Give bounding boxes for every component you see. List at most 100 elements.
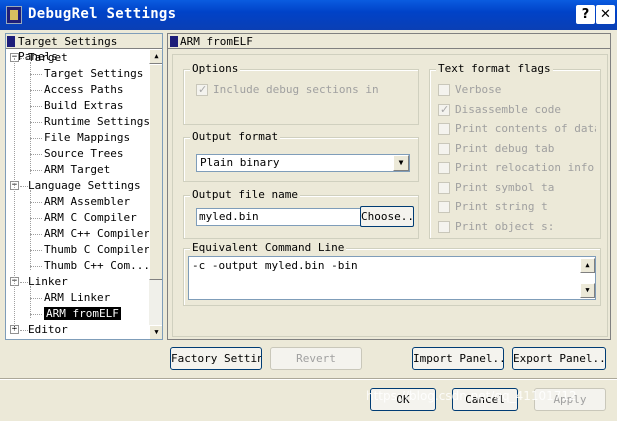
tree-connector [14,58,15,330]
checkbox-icon [438,162,450,174]
cmd-scroll-up-arrow-icon[interactable]: ▲ [580,258,595,273]
tree-item-label: Thumb C Compiler [44,243,150,256]
tree-item-label: Linker [28,275,68,288]
options-label: Options [190,62,241,76]
text-flag-checkbox[interactable]: Print contents of data s [438,122,596,136]
checkbox-icon [438,142,450,155]
tree-item[interactable]: Access Paths [44,82,123,98]
tree-item[interactable]: ARM fromELF [44,306,121,322]
tree-connector [30,234,42,235]
tree-connector [30,286,31,318]
tree-item[interactable]: Thumb C++ Com... [44,258,150,274]
tree-connector [30,122,42,123]
tree-connector [30,250,42,251]
checkbox-label: Print relocation infor [455,161,596,174]
checkbox-icon [438,220,450,233]
tree-item-label: Editor [28,323,68,336]
tree-group[interactable]: Language Settings [28,178,141,194]
tree-scrollbar[interactable]: ▲ ▼ [149,49,162,339]
tree-connector [30,314,42,315]
text-flag-checkbox[interactable]: Disassemble code [438,103,596,117]
tree-item-label: Language Settings [28,179,141,192]
text-flag-checkbox[interactable]: Print symbol ta [438,181,596,195]
tree-connector [20,186,28,187]
scroll-down-arrow-icon[interactable]: ▼ [149,325,162,339]
close-button[interactable]: ✕ [596,5,615,24]
tree-connector [30,74,42,75]
panel-header: ARM fromELF [168,34,610,49]
tree-group[interactable]: Target [28,50,68,66]
tree-item[interactable]: Thumb C Compiler [44,242,150,258]
tree-group[interactable]: Editor [28,322,68,338]
checkbox-label: Print object s: [455,219,555,233]
tree-connector [30,62,31,174]
tree-item[interactable]: ARM Target [44,162,110,178]
tree-item[interactable]: Source Trees [44,146,123,162]
checkbox-label: Print debug tab [455,141,555,155]
tree-item[interactable]: Target Settings [44,66,143,82]
tree-item[interactable]: File Mappings [44,130,130,146]
tree-item[interactable]: ARM C++ Compiler [44,226,150,242]
tree-item-label: Thumb C++ Com... [44,259,150,272]
scroll-up-arrow-icon[interactable]: ▲ [149,49,162,64]
tree-item-label: Target Settings [44,67,144,80]
output-file-input[interactable]: myled.bin [196,208,362,226]
import-panel-button[interactable]: Import Panel... [412,347,504,370]
tree-item[interactable]: Runtime Settings [44,114,150,130]
command-line-textarea[interactable]: -c -output myled.bin -bin [188,256,596,300]
scroll-thumb[interactable] [149,64,162,280]
choose-file-button[interactable]: Choose... [360,206,414,227]
tree-item-label: Runtime Settings [44,115,150,128]
tree-item[interactable]: ARM C Compiler [44,210,137,226]
chevron-down-icon[interactable]: ▼ [393,155,409,171]
tree-connector [20,58,28,59]
text-flag-checkbox[interactable]: Verbose [438,83,596,97]
panel-title: ARM fromELF [180,35,253,48]
text-flag-checkbox[interactable]: Print debug tab [438,142,596,156]
tree-item-label: Build Extras [44,99,124,112]
output-format-group: Output format Plain binary ▼ [183,130,419,182]
text-format-flags-label: Text format flags [436,62,553,76]
checkbox-icon [438,103,450,117]
include-debug-checkbox[interactable]: Include debug sections in o [196,83,384,97]
tree-item[interactable]: ARM Linker [44,290,110,306]
checkbox-label: Disassemble code [455,102,561,116]
tree-connector [30,106,42,107]
tree-header: Target Settings Panels [6,34,162,63]
options-group: Options Include debug sections in o [183,62,419,125]
help-button[interactable]: ? [576,5,595,24]
checkbox-label: Print string t [455,200,548,213]
tree-item-label: ARM C++ Compiler [44,227,150,240]
checkbox-icon [438,123,450,135]
tree-item-label: File Mappings [44,131,131,144]
cmd-scroll-down-arrow-icon[interactable]: ▼ [580,283,595,298]
tree-item[interactable]: ARM Assembler [44,194,130,210]
settings-panels-tree: Target Settings Panels − Target Target Set… [5,33,163,340]
export-panel-button[interactable]: Export Panel... [512,347,606,370]
tree-item-label: ARM Target [44,163,111,176]
text-flag-checkbox[interactable]: Print relocation infor [438,161,596,175]
output-format-label: Output format [190,130,281,144]
tree-connector [30,298,42,299]
title-bar: DebugRel Settings ? ✕ [0,0,617,30]
command-line-label: Equivalent Command Line [190,241,347,255]
text-flag-checkbox[interactable]: Print object s: [438,220,596,234]
output-file-label: Output file name [190,188,300,202]
tree-connector [30,218,42,219]
tree-connector [20,282,28,283]
tree-group[interactable]: Linker [28,274,68,290]
tree-item-label: ARM fromELF [44,307,121,320]
separator [0,378,617,380]
factory-settings-button[interactable]: Factory Settings [170,347,262,370]
tree-connector [30,266,42,267]
output-format-select[interactable]: Plain binary ▼ [196,154,410,172]
tree-connector [30,138,42,139]
revert-button[interactable]: Revert [270,347,362,370]
panel-content: Options Include debug sections in o Outp… [172,54,608,337]
tree-item-label: Target [28,51,68,64]
panel-icon [7,36,15,47]
tree-item-label: ARM Linker [44,291,111,304]
text-flag-checkbox[interactable]: Print string t [438,200,596,214]
tree-item[interactable]: Build Extras [44,98,123,114]
checkbox-icon [438,181,450,194]
